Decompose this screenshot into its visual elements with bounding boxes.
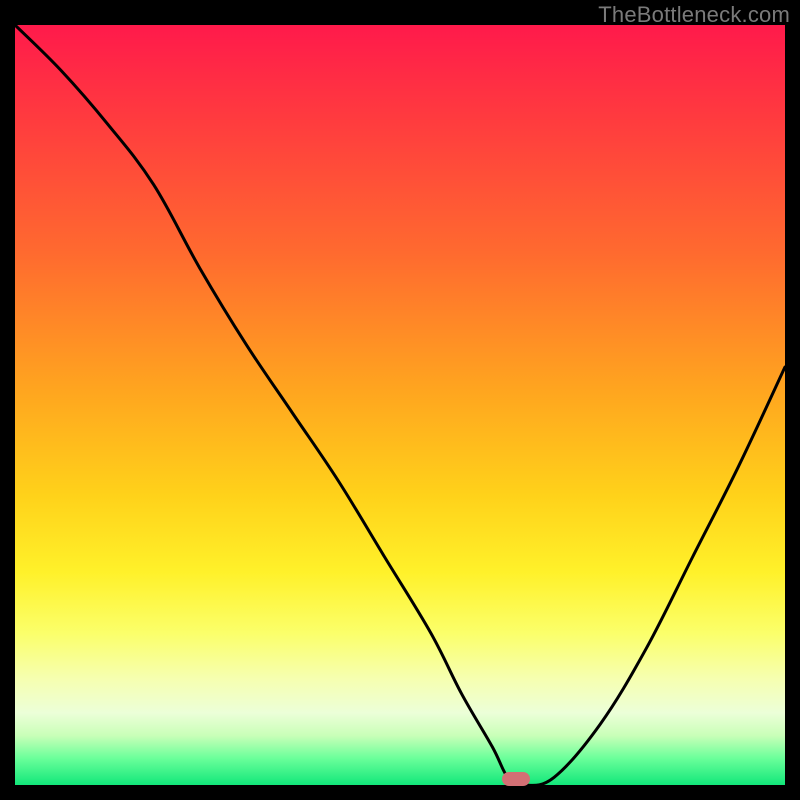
watermark-label: TheBottleneck.com	[598, 2, 790, 28]
curve-path	[15, 25, 785, 785]
chart-frame: TheBottleneck.com	[0, 0, 800, 800]
optimal-point-marker	[502, 772, 530, 786]
plot-area	[15, 25, 785, 785]
bottleneck-curve	[15, 25, 785, 785]
